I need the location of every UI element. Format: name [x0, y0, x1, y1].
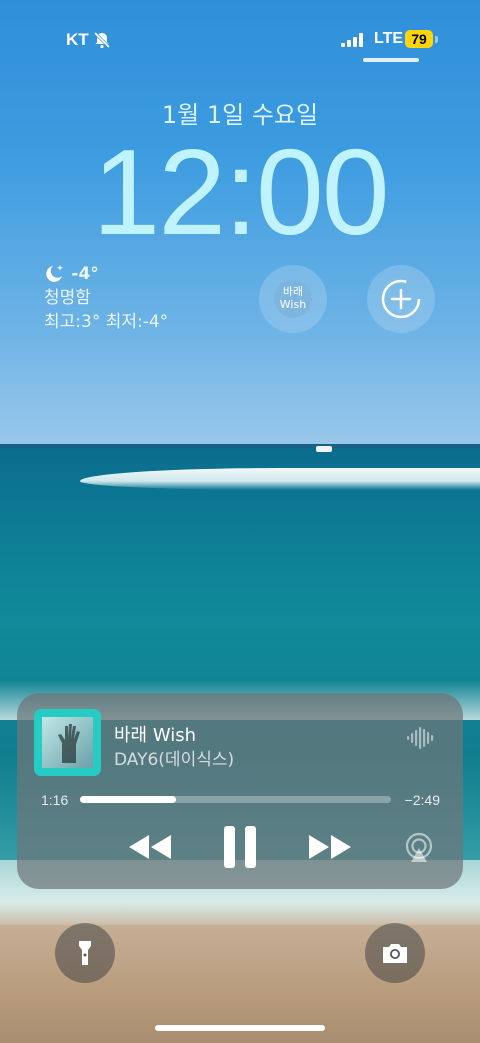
- remaining-time: −2:49: [404, 792, 440, 808]
- battery-icon: 79: [405, 30, 433, 48]
- fast-forward-icon[interactable]: [307, 833, 353, 861]
- lock-time: 12:00: [92, 124, 389, 260]
- playback-progress: [80, 796, 177, 803]
- horizon: [0, 444, 480, 448]
- weather-widget[interactable]: -4° 청명함 최고:3° 최저:-4°: [44, 262, 168, 334]
- song-widget-label: 바래 Wish: [274, 280, 312, 318]
- camera-icon: [383, 944, 407, 963]
- now-playing-widget[interactable]: 바래 Wish: [259, 265, 327, 333]
- weather-temperature: -4°: [71, 264, 99, 284]
- camera-button[interactable]: [365, 923, 425, 983]
- home-indicator[interactable]: [155, 1025, 325, 1031]
- airplay-icon[interactable]: [403, 832, 435, 864]
- album-art-image: [42, 717, 93, 768]
- wave: [80, 468, 480, 490]
- waveform-icon: [407, 727, 434, 749]
- battery-tip: [435, 36, 438, 43]
- rewind-icon[interactable]: [127, 833, 173, 861]
- now-playing-card[interactable]: 바래 Wish DAY6(데이식스) 1:16 −2:49: [17, 693, 463, 889]
- add-widget-button[interactable]: [367, 265, 435, 333]
- song-title: 바래 Wish: [114, 725, 197, 746]
- song-widget-title: 바래 Wish: [279, 285, 307, 311]
- pause-icon[interactable]: [222, 826, 258, 868]
- flashlight-icon: [79, 941, 91, 965]
- boat: [316, 446, 332, 452]
- weather-condition: 청명함: [44, 288, 91, 308]
- control-center-indicator[interactable]: [363, 58, 419, 62]
- elapsed-time: 1:16: [41, 792, 69, 808]
- album-art[interactable]: [34, 709, 101, 776]
- weather-high-low: 최고:3° 최저:-4°: [44, 312, 169, 332]
- playback-scrubber[interactable]: [80, 796, 391, 803]
- status-bar: KT LTE 79: [0, 0, 480, 70]
- moon-stars-icon: [46, 265, 63, 282]
- song-artist: DAY6(데이식스): [114, 750, 235, 770]
- plus-circle-icon: [381, 279, 421, 319]
- flashlight-button[interactable]: [55, 923, 115, 983]
- bell-slash-icon: [93, 31, 111, 49]
- carrier-name: KT: [66, 30, 89, 49]
- network-type: LTE: [374, 30, 404, 47]
- hand-illustration: [58, 724, 80, 763]
- signal-bars-icon: [341, 33, 363, 47]
